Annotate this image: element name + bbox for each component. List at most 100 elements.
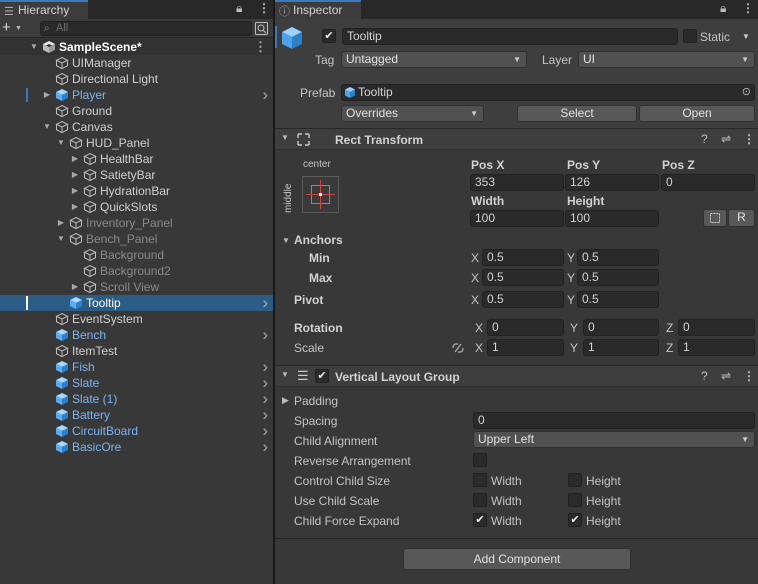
hierarchy-row[interactable]: ▼ Canvas	[0, 119, 273, 135]
anchor-presets-icon[interactable]	[302, 176, 339, 213]
open-prefab-chevron-icon[interactable]: ›	[262, 438, 268, 455]
scene-menu-icon[interactable]: ⋮	[254, 39, 267, 55]
pos-y-field[interactable]: 126	[565, 174, 659, 191]
object-picker-icon[interactable]: ⊙	[742, 85, 751, 100]
add-button[interactable]: +	[2, 19, 11, 36]
fold-open-icon[interactable]: ▼	[56, 135, 66, 151]
scale-z-field[interactable]: 1	[678, 339, 755, 356]
pos-x-field[interactable]: 353	[470, 174, 564, 191]
anchors-fold-icon[interactable]: ▼	[282, 236, 290, 245]
expand-width-checkbox[interactable]: ✔	[473, 513, 487, 527]
hierarchy-row[interactable]: Background	[0, 247, 273, 263]
add-component-button[interactable]: Add Component	[403, 548, 631, 570]
open-prefab-chevron-icon[interactable]: ›	[262, 358, 268, 375]
hierarchy-row[interactable]: BasicOre ›	[0, 438, 273, 455]
hierarchy-row[interactable]: Slate (1) ›	[0, 390, 273, 407]
open-button[interactable]: Open	[639, 105, 755, 122]
fold-closed-icon[interactable]: ▶	[70, 183, 80, 199]
fold-closed-icon[interactable]: ▶	[70, 167, 80, 183]
scale-height-checkbox[interactable]	[568, 493, 582, 507]
vertical-layout-group-header[interactable]: ▼ ☰ ✔ Vertical Layout Group ? ⇌ ⋮	[275, 365, 758, 387]
hierarchy-row[interactable]: Background2	[0, 263, 273, 279]
hierarchy-row[interactable]: Ground	[0, 103, 273, 119]
blueprint-mode-button[interactable]	[703, 209, 727, 227]
pivot-x-field[interactable]: 0.5	[482, 291, 564, 308]
width-field[interactable]: 100	[470, 210, 564, 227]
min-y-field[interactable]: 0.5	[577, 249, 659, 266]
hierarchy-row[interactable]: ▶ Player ›	[0, 86, 273, 103]
hierarchy-row[interactable]: UIManager	[0, 55, 273, 71]
hierarchy-row[interactable]: ▶ SatietyBar	[0, 167, 273, 183]
hierarchy-row[interactable]: ▼ HUD_Panel	[0, 135, 273, 151]
constrain-proportions-icon[interactable]	[451, 342, 465, 354]
fold-open-icon[interactable]: ▼	[56, 231, 66, 247]
padding-fold-icon[interactable]: ▶	[282, 395, 289, 406]
tab-hierarchy[interactable]: ☰ Hierarchy	[0, 0, 88, 19]
pivot-y-field[interactable]: 0.5	[577, 291, 659, 308]
hierarchy-row[interactable]: Slate ›	[0, 374, 273, 391]
max-x-field[interactable]: 0.5	[482, 269, 564, 286]
open-prefab-chevron-icon[interactable]: ›	[262, 294, 268, 311]
open-prefab-chevron-icon[interactable]: ›	[262, 326, 268, 343]
fold-closed-icon[interactable]: ▶	[70, 151, 80, 167]
select-button[interactable]: Select	[517, 105, 637, 122]
hierarchy-row[interactable]: Tooltip ›	[0, 294, 273, 311]
pos-z-field[interactable]: 0	[661, 174, 755, 191]
static-dropdown-icon[interactable]: ▼	[742, 32, 750, 41]
control-height-checkbox[interactable]	[568, 473, 582, 487]
hierarchy-row[interactable]: ▶ QuickSlots	[0, 199, 273, 215]
prefab-field[interactable]: Tooltip ⊙	[341, 84, 755, 101]
component-menu-icon[interactable]: ⋮	[743, 369, 755, 383]
active-checkbox[interactable]: ✔	[322, 29, 336, 43]
lock-icon[interactable]: 🔒︎	[236, 1, 242, 16]
add-dropdown-chevron-icon[interactable]: ▼	[15, 20, 22, 37]
scale-x-field[interactable]: 1	[487, 339, 564, 356]
fold-closed-icon[interactable]: ▶	[56, 215, 66, 231]
hierarchy-row[interactable]: Bench ›	[0, 326, 273, 343]
child-alignment-dropdown[interactable]: Upper Left ▼	[473, 431, 755, 448]
inspector-lock-icon[interactable]: 🔒︎	[720, 1, 726, 16]
expand-height-checkbox[interactable]: ✔	[568, 513, 582, 527]
hierarchy-row[interactable]: ItemTest	[0, 343, 273, 359]
height-field[interactable]: 100	[565, 210, 659, 227]
hierarchy-row[interactable]: EventSystem	[0, 311, 273, 327]
spacing-field[interactable]: 0	[473, 412, 755, 429]
scale-width-checkbox[interactable]	[473, 493, 487, 507]
hierarchy-row[interactable]: CircuitBoard ›	[0, 422, 273, 439]
hierarchy-row[interactable]: Battery ›	[0, 406, 273, 423]
more-options-icon[interactable]: ⋮	[258, 1, 270, 15]
inspector-more-icon[interactable]: ⋮	[742, 1, 754, 15]
hierarchy-row[interactable]: ▶ HydrationBar	[0, 183, 273, 199]
hierarchy-row[interactable]: ▶ HealthBar	[0, 151, 273, 167]
search-options-icon[interactable]	[255, 22, 268, 35]
tab-inspector[interactable]: ⓘ Inspector	[275, 0, 361, 19]
tag-dropdown[interactable]: Untagged ▼	[341, 51, 527, 68]
hierarchy-row[interactable]: ▼ Bench_Panel	[0, 231, 273, 247]
max-y-field[interactable]: 0.5	[577, 269, 659, 286]
hierarchy-row[interactable]: ▶ Inventory_Panel	[0, 215, 273, 231]
search-input[interactable]: ⌕ All	[40, 21, 252, 36]
fold-closed-icon[interactable]: ▶	[42, 87, 52, 103]
rot-x-field[interactable]: 0	[487, 319, 564, 336]
rect-transform-header[interactable]: ▼ Rect Transform ? ⇌ ⋮	[275, 128, 758, 150]
layer-dropdown[interactable]: UI ▼	[578, 51, 755, 68]
overrides-dropdown[interactable]: Overrides ▼	[341, 105, 484, 122]
hierarchy-row[interactable]: Directional Light	[0, 71, 273, 87]
collapse-chevron-icon[interactable]: ▼	[281, 133, 289, 142]
fold-open-icon[interactable]: ▼	[42, 119, 52, 135]
control-width-checkbox[interactable]	[473, 473, 487, 487]
object-name-field[interactable]: Tooltip	[342, 28, 678, 45]
open-prefab-chevron-icon[interactable]: ›	[262, 406, 268, 423]
hierarchy-row[interactable]: ▶ Scroll View	[0, 279, 273, 295]
open-prefab-chevron-icon[interactable]: ›	[262, 374, 268, 391]
component-menu-icon[interactable]: ⋮	[743, 132, 755, 146]
help-icon[interactable]: ?	[701, 132, 708, 146]
open-prefab-chevron-icon[interactable]: ›	[262, 422, 268, 439]
presets-icon[interactable]: ⇌	[721, 369, 731, 383]
open-prefab-chevron-icon[interactable]: ›	[262, 86, 268, 103]
fold-closed-icon[interactable]: ▶	[70, 199, 80, 215]
open-prefab-chevron-icon[interactable]: ›	[262, 390, 268, 407]
scale-y-field[interactable]: 1	[583, 339, 659, 356]
rot-y-field[interactable]: 0	[583, 319, 659, 336]
rot-z-field[interactable]: 0	[678, 319, 755, 336]
